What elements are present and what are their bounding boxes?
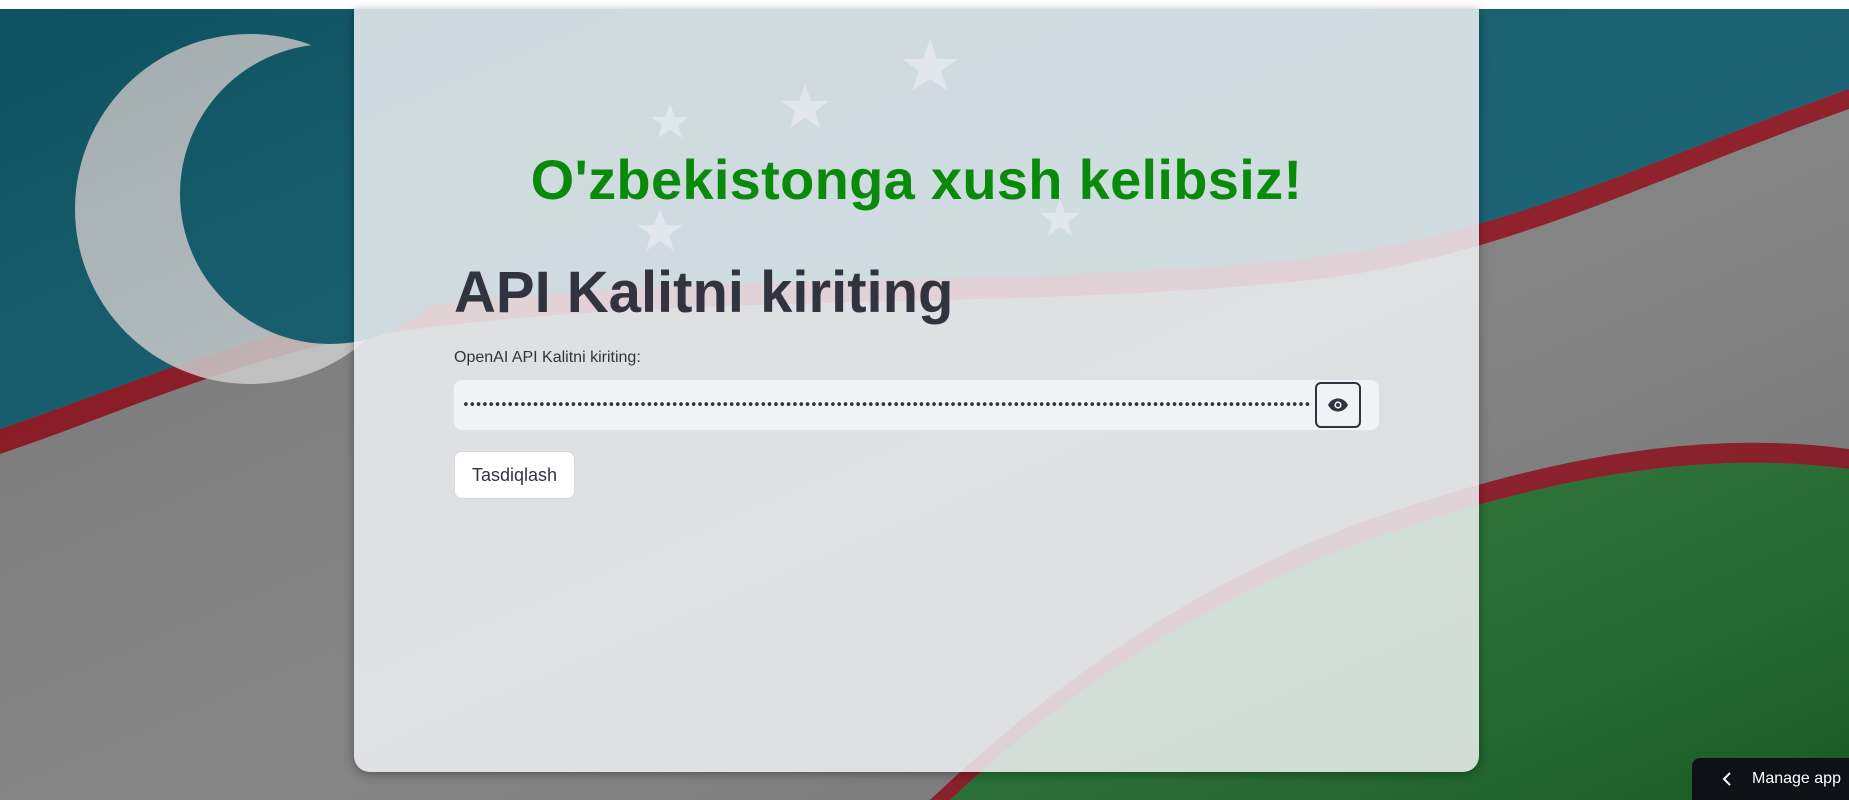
api-key-field: [454, 380, 1379, 430]
main-card: O'zbekistonga xush kelibsiz! API Kalitni…: [354, 9, 1479, 772]
eye-icon: [1327, 398, 1349, 412]
api-key-label: OpenAI API Kalitni kiriting:: [454, 349, 641, 366]
api-key-input[interactable]: [462, 380, 1312, 430]
manage-app-button[interactable]: Manage app: [1692, 758, 1849, 800]
browser-top-strip: [0, 0, 1849, 9]
welcome-title: O'zbekistonga xush kelibsiz!: [530, 148, 1303, 211]
chevron-left-icon: [1722, 771, 1732, 787]
confirm-button[interactable]: Tasdiqlash: [454, 451, 575, 499]
toggle-visibility-button[interactable]: [1315, 382, 1361, 428]
manage-app-label: Manage app: [1752, 770, 1841, 787]
api-key-heading: API Kalitni kiriting: [454, 260, 954, 325]
